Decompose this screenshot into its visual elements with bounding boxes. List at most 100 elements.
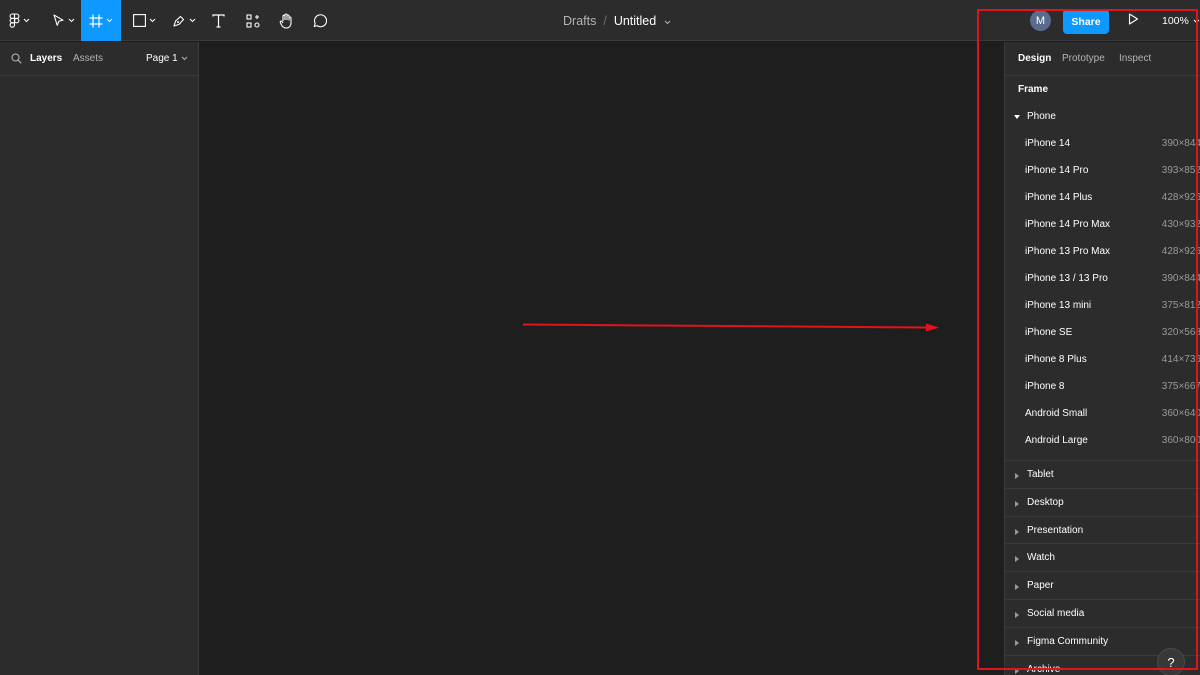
left-panel-tabs: Layers Assets Page 1 [0, 42, 198, 76]
right-panel-tabs: Design Prototype Inspect [1005, 42, 1200, 76]
text-icon [211, 13, 225, 28]
section-title: Frame [1018, 84, 1049, 95]
category-label: Desktop [1027, 496, 1064, 508]
breadcrumb-separator: / [603, 13, 607, 28]
frame-preset-item[interactable]: iPhone 14 390×844 [1005, 130, 1200, 157]
preset-size: 375×812 [1161, 300, 1200, 311]
chevron-down-icon [178, 53, 188, 64]
caret-right-icon [1015, 471, 1019, 482]
preset-name: iPhone 14 [1025, 138, 1071, 149]
category-label: Archive [1027, 663, 1061, 675]
preset-name: iPhone SE [1025, 327, 1073, 338]
hand-tool-button[interactable] [273, 0, 299, 41]
breadcrumb-folder[interactable]: Drafts [563, 14, 596, 28]
chevron-down-icon [23, 18, 30, 23]
frame-preset-item[interactable]: iPhone 13 mini 375×812 [1005, 292, 1200, 319]
resources-icon [246, 13, 260, 28]
caret-right-icon [1015, 638, 1019, 649]
frame-preset-item[interactable]: iPhone 13 / 13 Pro 390×844 [1005, 265, 1200, 292]
tab-layers[interactable]: Layers [30, 53, 62, 64]
tab-design[interactable]: Design [1018, 53, 1051, 64]
category-label: Paper [1027, 580, 1054, 592]
top-toolbar: Drafts / Untitled M Share 100% [0, 0, 1200, 41]
chevron-down-icon [1193, 15, 1200, 27]
frame-tool-button[interactable] [81, 0, 121, 41]
page-selector-label: Page 1 [146, 53, 178, 64]
present-button[interactable] [1125, 13, 1141, 29]
caret-right-icon [1015, 527, 1019, 538]
frame-preset-item[interactable]: iPhone SE 320×568 [1005, 319, 1200, 346]
search-icon[interactable] [11, 53, 22, 67]
preset-name: iPhone 13 mini [1025, 300, 1092, 311]
caret-right-icon [1015, 582, 1019, 593]
zoom-menu[interactable]: 100% [1162, 0, 1200, 41]
preset-name: Android Large [1025, 435, 1088, 446]
frame-preset-item[interactable]: iPhone 8 375×667 [1005, 373, 1200, 400]
frame-preset-item[interactable]: Android Large 360×800 [1005, 427, 1200, 454]
user-avatar[interactable]: M [1030, 10, 1051, 31]
category-label: Social media [1027, 608, 1085, 619]
chevron-down-icon[interactable] [664, 14, 671, 28]
frame-preset-item[interactable]: iPhone 14 Pro Max 430×932 [1005, 211, 1200, 238]
chevron-down-icon [106, 18, 113, 23]
chevron-down-icon [68, 18, 75, 23]
preset-category[interactable]: Social media [1005, 599, 1200, 627]
caret-right-icon [1015, 499, 1019, 510]
pen-tool-button[interactable] [168, 0, 200, 41]
comment-icon [312, 13, 327, 28]
tab-assets[interactable]: Assets [73, 53, 103, 64]
move-tool-button[interactable] [46, 0, 80, 41]
canvas[interactable] [200, 42, 1004, 675]
preset-size: 393×852 [1161, 165, 1200, 176]
help-button[interactable]: ? [1157, 648, 1185, 675]
layers-panel: Layers Assets Page 1 [0, 42, 199, 675]
tab-inspect[interactable]: Inspect [1119, 53, 1151, 64]
preset-group-label: Phone [1027, 111, 1056, 122]
frame-preset-item[interactable]: Android Small 360×640 [1005, 400, 1200, 427]
hand-icon [279, 12, 294, 29]
preset-name: iPhone 8 Plus [1025, 354, 1087, 365]
preset-category[interactable]: Paper [1005, 571, 1200, 599]
move-cursor-icon [52, 13, 65, 28]
preset-size: 375×667 [1161, 381, 1200, 392]
file-name[interactable]: Untitled [614, 14, 656, 28]
resources-button[interactable] [240, 0, 266, 41]
preset-category[interactable]: Tablet [1005, 460, 1200, 488]
preset-size: 320×568 [1161, 327, 1200, 338]
category-label: Watch [1027, 552, 1055, 564]
preset-size: 428×926 [1161, 192, 1200, 203]
shape-tool-button[interactable] [128, 0, 160, 41]
comment-tool-button[interactable] [306, 0, 332, 41]
frame-preset-item[interactable]: iPhone 13 Pro Max 428×926 [1005, 238, 1200, 265]
preset-name: iPhone 13 / 13 Pro [1025, 273, 1108, 284]
text-tool-button[interactable] [206, 0, 230, 41]
figma-logo-icon [9, 13, 20, 28]
page-selector[interactable]: Page 1 [146, 53, 188, 64]
preset-name: iPhone 13 Pro Max [1025, 246, 1111, 257]
preset-size: 414×736 [1161, 354, 1200, 365]
preset-category[interactable]: Desktop [1005, 487, 1200, 516]
caret-right-icon [1015, 554, 1019, 565]
caret-right-icon [1015, 666, 1019, 675]
preset-category[interactable]: Presentation [1005, 515, 1200, 544]
category-label: Figma Community [1027, 635, 1109, 647]
caret-down-icon [1014, 112, 1020, 123]
rectangle-icon [132, 14, 146, 27]
category-label: Tablet [1027, 469, 1054, 480]
annotation-arrow [522, 323, 939, 332]
chevron-down-icon [189, 18, 196, 23]
frame-preset-item[interactable]: iPhone 14 Pro 393×852 [1005, 157, 1200, 184]
preset-group-phone[interactable]: Phone [1005, 106, 1200, 126]
preset-size: 390×844 [1161, 138, 1200, 149]
preset-size: 360×800 [1161, 435, 1200, 446]
play-icon [1128, 12, 1139, 30]
preset-name: iPhone 14 Plus [1025, 192, 1093, 203]
preset-size: 428×926 [1161, 246, 1200, 257]
main-menu-button[interactable] [2, 0, 36, 41]
frame-preset-item[interactable]: iPhone 8 Plus 414×736 [1005, 346, 1200, 373]
category-label: Presentation [1027, 524, 1084, 536]
frame-preset-item[interactable]: iPhone 14 Plus 428×926 [1005, 184, 1200, 211]
share-button[interactable]: Share [1063, 9, 1109, 34]
preset-category[interactable]: Watch [1005, 543, 1200, 571]
tab-prototype[interactable]: Prototype [1062, 53, 1105, 64]
